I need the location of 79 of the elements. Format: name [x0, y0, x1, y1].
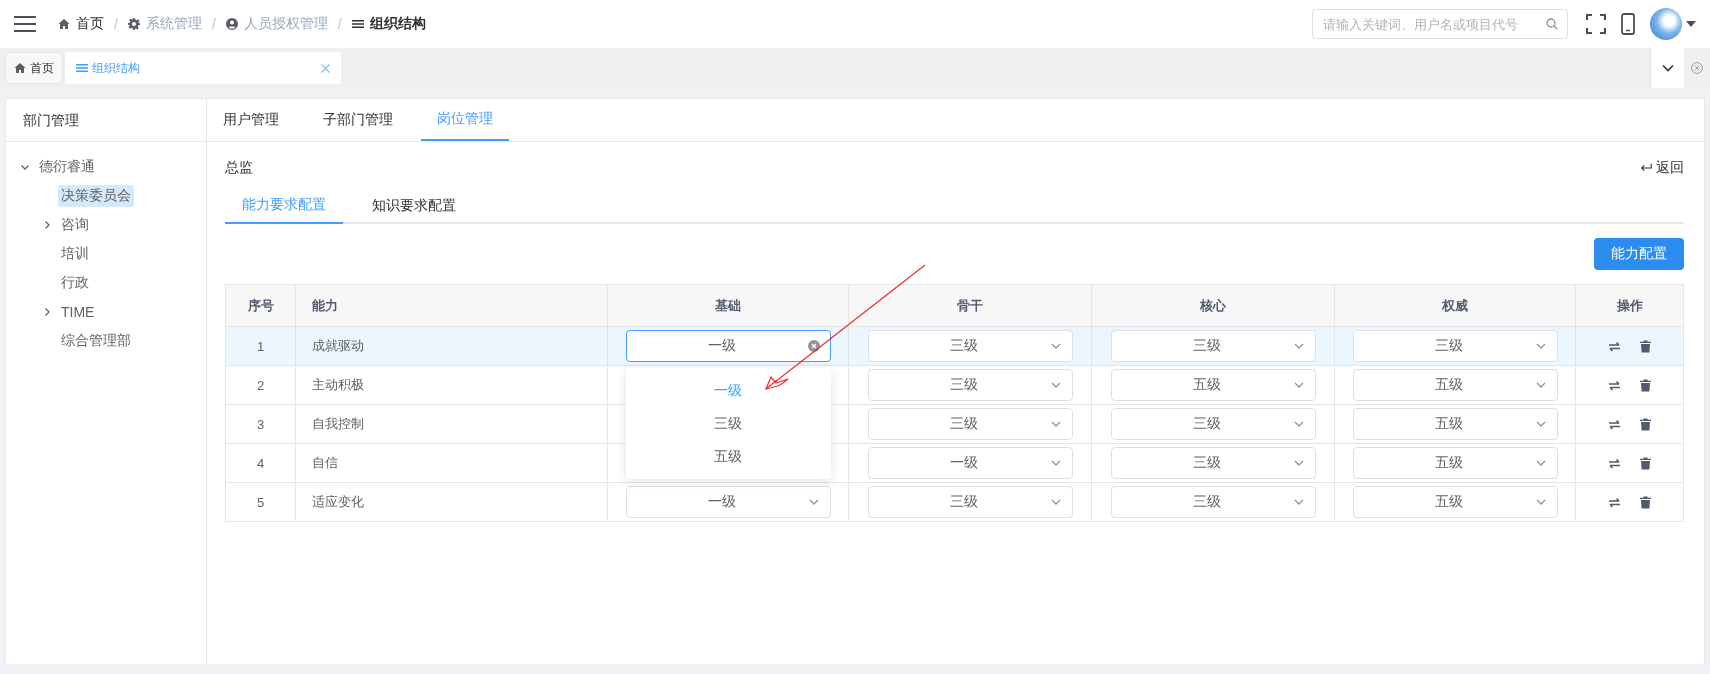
select-field[interactable]: 一级	[625, 486, 831, 518]
table-cell: 主动积极	[295, 365, 608, 405]
home-icon	[14, 62, 26, 74]
tree-item[interactable]: 行政	[58, 271, 92, 294]
select-field[interactable]: 五级	[1352, 486, 1558, 518]
fullscreen-icon[interactable]	[1586, 13, 1606, 35]
tree-item[interactable]: 培训	[58, 242, 92, 265]
table-cell: 自我控制	[295, 404, 608, 444]
select-field[interactable]: 三级	[1110, 486, 1316, 518]
select-field[interactable]: 五级	[1352, 408, 1558, 440]
column-header: 基础	[607, 284, 849, 327]
swap-icon[interactable]	[1607, 495, 1621, 509]
position-title: 总监	[225, 159, 253, 177]
select-field[interactable]: 一级	[625, 330, 831, 362]
column-header: 骨干	[848, 284, 1092, 327]
table-cell: 5	[225, 482, 296, 522]
chevron-down-icon	[1661, 62, 1674, 74]
search-icon	[1546, 18, 1558, 30]
table-cell: 4	[225, 443, 296, 483]
breadcrumb-separator: /	[337, 16, 342, 32]
clear-icon[interactable]	[807, 340, 820, 352]
breadcrumb-link[interactable]: 组织结构	[351, 15, 426, 33]
column-header: 权威	[1334, 284, 1576, 327]
swap-icon[interactable]	[1607, 378, 1621, 392]
breadcrumb-separator: /	[211, 16, 216, 32]
select-field[interactable]: 三级	[1352, 330, 1558, 362]
table-cell: 1	[225, 326, 296, 366]
select-field[interactable]: 三级	[1110, 330, 1316, 362]
select-field[interactable]: 三级	[867, 486, 1073, 518]
trash-icon[interactable]	[1638, 339, 1652, 353]
tab[interactable]: 用户管理	[223, 99, 301, 141]
breadcrumb-separator: /	[114, 16, 118, 32]
column-header: 能力	[295, 284, 608, 327]
table-cell: 适应变化	[295, 482, 608, 522]
select-field[interactable]: 三级	[867, 330, 1073, 362]
breadcrumb-link[interactable]: 首页	[58, 15, 104, 33]
select-field[interactable]: 五级	[1110, 369, 1316, 401]
trash-icon[interactable]	[1638, 378, 1652, 392]
ability-config-button[interactable]: 能力配置	[1594, 238, 1684, 270]
return-arrow-icon	[1640, 162, 1652, 174]
panel-title: 部门管理	[6, 99, 206, 142]
search-field[interactable]: 请输入关键词、用户名或项目代号	[1312, 9, 1568, 39]
tree-item[interactable]: TIME	[58, 301, 98, 322]
phone-icon[interactable]	[1618, 13, 1638, 35]
dropdown-option[interactable]: 五级	[625, 440, 831, 473]
select-field[interactable]: 三级	[867, 369, 1073, 401]
menu-icon[interactable]	[14, 15, 36, 33]
select-field[interactable]: 三级	[1110, 447, 1316, 479]
trash-icon[interactable]	[1638, 456, 1652, 470]
tree-item[interactable]: 德衍睿通	[36, 155, 98, 178]
tree-item[interactable]: 决策委员会	[58, 184, 134, 207]
tab[interactable]: 知识要求配置	[355, 188, 473, 224]
tab[interactable]: 子部门管理	[323, 99, 415, 141]
tree-item[interactable]: 咨询	[58, 213, 92, 236]
select-field[interactable]: 五级	[1352, 447, 1558, 479]
home-icon	[58, 18, 70, 30]
select-field[interactable]: 三级	[1110, 408, 1316, 440]
back-link[interactable]: 返回	[1640, 159, 1684, 177]
caret-icon[interactable]	[1686, 21, 1696, 27]
select-field[interactable]: 五级	[1352, 369, 1558, 401]
select-field[interactable]: 三级	[867, 408, 1073, 440]
swap-icon[interactable]	[1607, 339, 1621, 353]
tree-item[interactable]: 综合管理部	[58, 329, 134, 352]
list-icon	[76, 62, 88, 74]
list-icon	[351, 18, 364, 30]
swap-icon[interactable]	[1607, 456, 1621, 470]
table-cell: 3	[225, 404, 296, 444]
column-header: 操作	[1575, 284, 1684, 327]
select-field[interactable]: 一级	[867, 447, 1073, 479]
table-cell: 2	[225, 365, 296, 405]
column-header: 序号	[225, 284, 296, 327]
column-header: 核心	[1091, 284, 1335, 327]
trash-icon[interactable]	[1638, 417, 1652, 431]
swap-icon[interactable]	[1607, 417, 1621, 431]
gear-icon	[127, 18, 140, 30]
table-cell: 成就驱动	[295, 326, 608, 366]
table-cell: 自信	[295, 443, 608, 483]
trash-icon[interactable]	[1638, 495, 1652, 509]
page-tab[interactable]: 首页	[5, 52, 63, 84]
